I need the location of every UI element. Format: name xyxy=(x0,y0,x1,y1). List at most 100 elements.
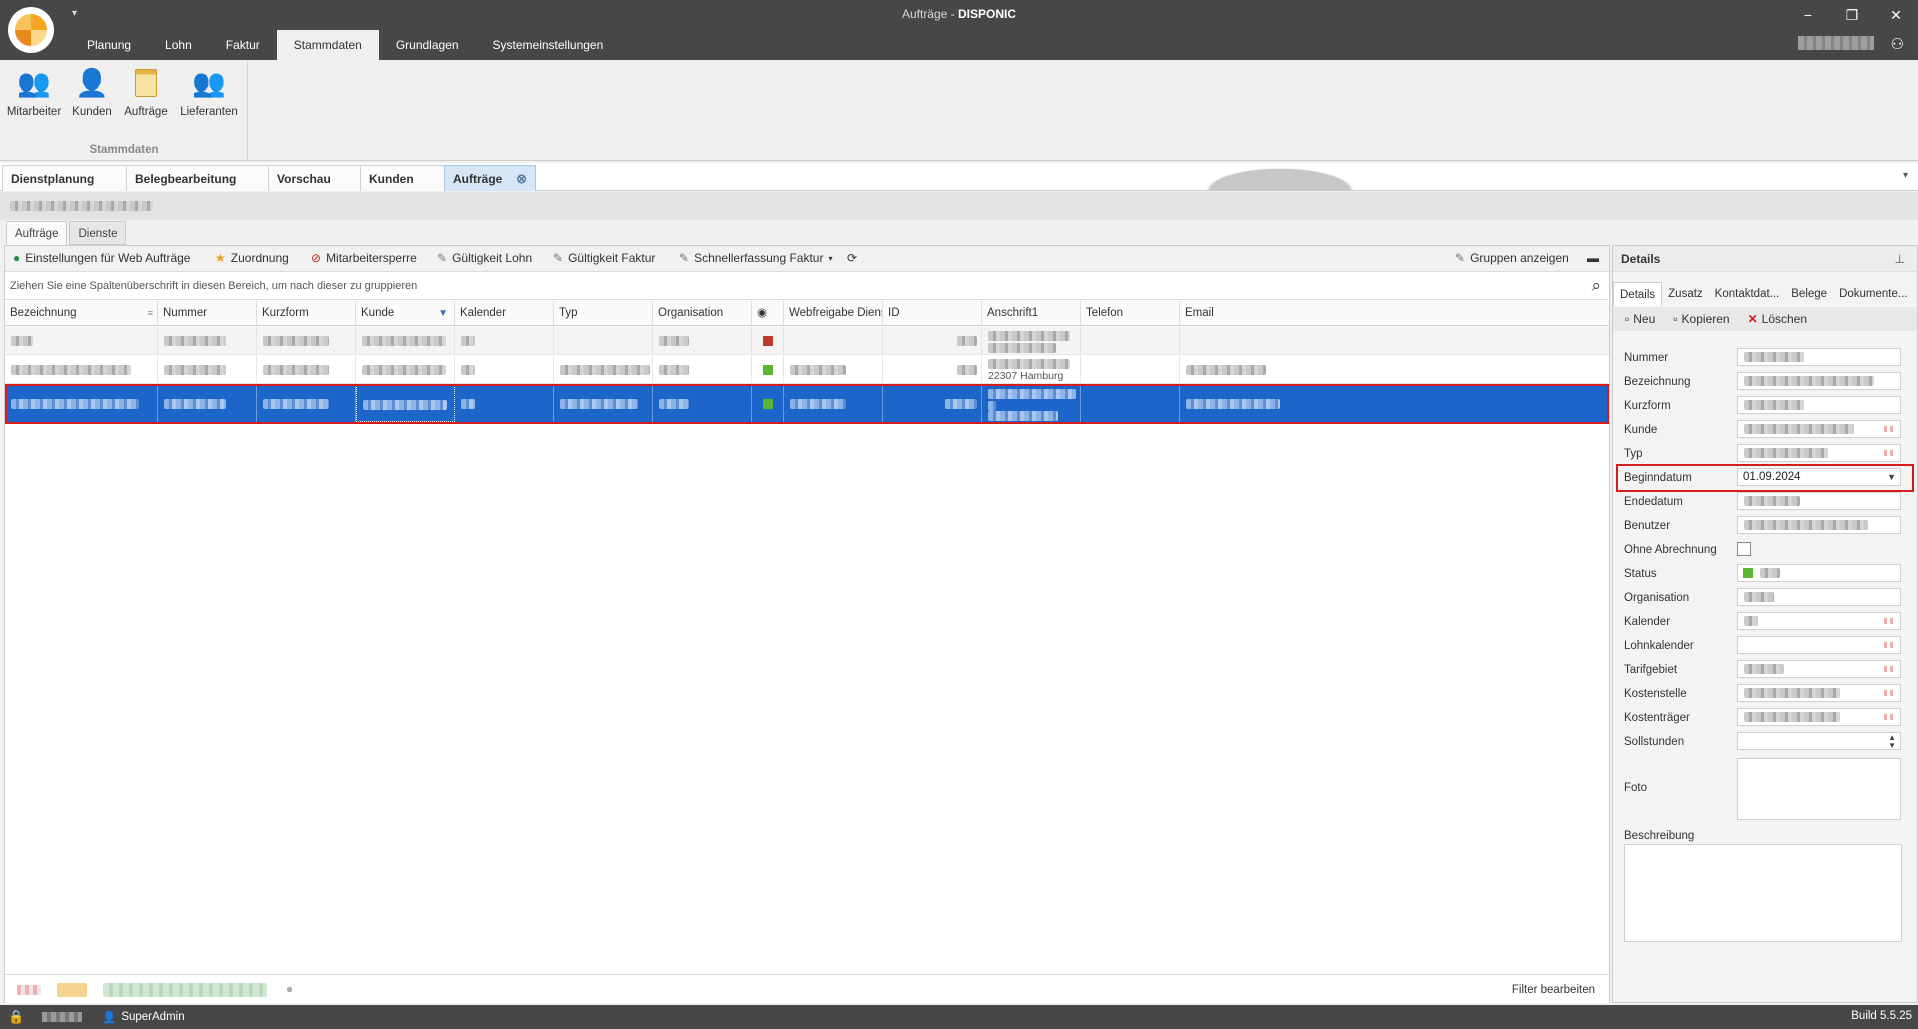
ribbon-tab-lohn[interactable]: Lohn xyxy=(148,30,209,60)
doc-tab-belegbearbeitung[interactable]: Belegbearbeitung xyxy=(126,165,270,191)
refresh-icon: ⟳ xyxy=(847,251,858,265)
label-kurzform: Kurzform xyxy=(1624,400,1671,412)
label-kostenstelle: Kostenstelle xyxy=(1624,688,1687,700)
ribbon-tab-stammdaten[interactable]: Stammdaten xyxy=(276,30,379,60)
doc-tab-vorschau[interactable]: Vorschau xyxy=(268,165,362,191)
sitemap-icon[interactable]: ⚇ xyxy=(1891,35,1904,53)
details-tab-details[interactable]: Details xyxy=(1613,282,1663,306)
details-tab-kontaktdaten[interactable]: Kontaktdat... xyxy=(1709,282,1786,306)
field-kostenstelle[interactable] xyxy=(1737,684,1901,702)
grid-toolbar: ● Einstellungen für Web Aufträge ★ Zuordnu… xyxy=(5,246,1609,272)
label-endedatum: Endedatum xyxy=(1624,496,1683,508)
details-tab-belege[interactable]: Belege xyxy=(1785,282,1833,306)
ribbon-tab-planung[interactable]: Planung xyxy=(70,30,148,60)
field-benutzer[interactable] xyxy=(1737,516,1901,534)
pin-icon[interactable]: ⊥ xyxy=(1895,246,1905,272)
delete-icon: ✕ xyxy=(1747,312,1758,326)
ribbon-tab-faktur[interactable]: Faktur xyxy=(209,30,277,60)
column-header-status-icon[interactable]: ◉ xyxy=(752,301,784,326)
edit-filter-button[interactable]: Filter bearbeiten xyxy=(1512,984,1595,996)
chevron-down-icon: ▾ xyxy=(828,253,833,263)
field-kurzform[interactable] xyxy=(1737,396,1901,414)
label-kostentraeger: Kostenträger xyxy=(1624,712,1690,724)
tab-dienste[interactable]: Dienste xyxy=(69,221,127,245)
minimize-button[interactable]: − xyxy=(1786,0,1830,30)
column-header-kalender[interactable]: Kalender xyxy=(455,301,554,326)
column-header-email[interactable]: Email xyxy=(1180,301,1609,326)
description-textarea[interactable] xyxy=(1624,844,1902,942)
table-row[interactable] xyxy=(5,327,1609,355)
ribbon: 👥 Mitarbeiter 👤 Kunden Aufträge 👥 Liefer… xyxy=(0,60,1918,161)
field-bezeichnung[interactable] xyxy=(1737,372,1901,390)
zuordnung-button[interactable]: ★ Zuordnung xyxy=(215,251,289,265)
filter-icon[interactable]: ▼ xyxy=(438,301,448,326)
details-tab-zusatz[interactable]: Zusatz xyxy=(1662,282,1709,306)
sort-icon: ≡ xyxy=(147,308,153,318)
column-header-nummer[interactable]: Nummer xyxy=(158,301,257,326)
table-row[interactable]: 22307 Hamburg xyxy=(5,356,1609,384)
gruppen-anzeigen-button[interactable]: ✎ Gruppen anzeigen xyxy=(1455,251,1569,265)
details-tab-dokumente[interactable]: Dokumente... xyxy=(1833,282,1913,306)
field-lohnkalender[interactable] xyxy=(1737,636,1901,654)
field-kostentraeger[interactable] xyxy=(1737,708,1901,726)
doc-tab-dienstplanung[interactable]: Dienstplanung xyxy=(2,165,128,191)
tab-list-dropdown-icon[interactable]: ▾ xyxy=(1903,170,1908,181)
field-typ[interactable] xyxy=(1737,444,1901,462)
gueltigkeit-lohn-button[interactable]: ✎ Gültigkeit Lohn xyxy=(437,251,532,265)
mitarbeitersperre-button[interactable]: ⊘ Mitarbeitersperre xyxy=(311,251,417,265)
field-sollstunden[interactable]: ▲ ▼ xyxy=(1737,732,1901,750)
photo-box[interactable] xyxy=(1737,758,1901,820)
label-status: Status xyxy=(1624,568,1657,580)
ribbon-tab-grundlagen[interactable]: Grundlagen xyxy=(379,30,476,60)
delete-button[interactable]: ✕ Löschen xyxy=(1748,312,1807,326)
web-settings-button[interactable]: ● Einstellungen für Web Aufträge xyxy=(13,251,190,265)
group-panel[interactable]: Ziehen Sie eine Spaltenüberschrift in di… xyxy=(5,272,1609,300)
copy-button[interactable]: ▫ Kopieren xyxy=(1673,312,1729,326)
column-header-telefon[interactable]: Telefon xyxy=(1081,301,1180,326)
tab-auftraege[interactable]: Aufträge xyxy=(6,221,68,245)
new-button[interactable]: ▫ Neu xyxy=(1625,312,1655,326)
wand-icon: ✎ xyxy=(437,251,448,265)
column-header-webfreigabe[interactable]: Webfreigabe Dienst... xyxy=(784,301,883,326)
label-kunde: Kunde xyxy=(1624,424,1658,436)
schnellerfassung-faktur-button[interactable]: ✎ Schnellerfassung Faktur ▾ xyxy=(679,251,832,265)
gueltigkeit-faktur-button[interactable]: ✎ Gültigkeit Faktur xyxy=(553,251,655,265)
lock-icon[interactable]: 🔒 xyxy=(8,1009,24,1025)
column-header-bezeichnung[interactable]: Bezeichnung ≡ xyxy=(5,301,158,326)
column-header-anschrift1[interactable]: Anschrift1 xyxy=(982,301,1081,326)
status-green-icon xyxy=(763,365,773,375)
label-nummer: Nummer xyxy=(1624,352,1669,364)
print-button[interactable]: ▬ xyxy=(1587,251,1599,265)
table-row-selected[interactable] xyxy=(5,385,1609,423)
printer-icon: ▬ xyxy=(1587,251,1599,265)
ribbon-tab-systemeinstellungen[interactable]: Systemeinstellungen xyxy=(476,30,621,60)
label-bezeichnung: Bezeichnung xyxy=(1624,376,1691,388)
spin-icon[interactable]: ▲ ▼ xyxy=(1888,734,1896,750)
field-nummer[interactable] xyxy=(1737,348,1901,366)
field-kunde[interactable] xyxy=(1737,420,1901,438)
column-header-typ[interactable]: Typ xyxy=(554,301,653,326)
close-button[interactable]: ✕ xyxy=(1874,0,1918,30)
ribbon-button-kunden[interactable]: 👤 Kunden xyxy=(70,64,114,118)
refresh-button[interactable]: ⟳ xyxy=(847,251,857,265)
column-header-organisation[interactable]: Organisation xyxy=(653,301,752,326)
field-endedatum[interactable] xyxy=(1737,492,1901,510)
field-status[interactable] xyxy=(1737,564,1901,582)
search-icon[interactable]: ⌕ xyxy=(1591,276,1601,296)
doc-tab-auftraege[interactable]: Aufträge ⊗ xyxy=(444,165,536,191)
checkbox-ohne-abrechnung[interactable] xyxy=(1737,542,1751,556)
column-header-kunde[interactable]: Kunde ▼ xyxy=(356,301,455,326)
field-kalender[interactable] xyxy=(1737,612,1901,630)
restore-button[interactable]: ❐ xyxy=(1830,0,1874,30)
field-organisation[interactable] xyxy=(1737,588,1901,606)
ribbon-button-auftraege[interactable]: Aufträge xyxy=(120,64,172,118)
label-benutzer: Benutzer xyxy=(1624,520,1671,532)
ribbon-button-lieferanten[interactable]: 👥 Lieferanten xyxy=(178,64,240,118)
ribbon-button-mitarbeiter[interactable]: 👥 Mitarbeiter xyxy=(6,64,62,118)
field-tarifgebiet[interactable] xyxy=(1737,660,1901,678)
ribbon-group-stammdaten: 👥 Mitarbeiter 👤 Kunden Aufträge 👥 Liefer… xyxy=(0,60,248,161)
doc-tab-kunden[interactable]: Kunden xyxy=(360,165,446,191)
close-tab-icon[interactable]: ⊗ xyxy=(516,166,527,192)
column-header-id[interactable]: ID xyxy=(883,301,982,326)
column-header-kurzform[interactable]: Kurzform xyxy=(257,301,356,326)
